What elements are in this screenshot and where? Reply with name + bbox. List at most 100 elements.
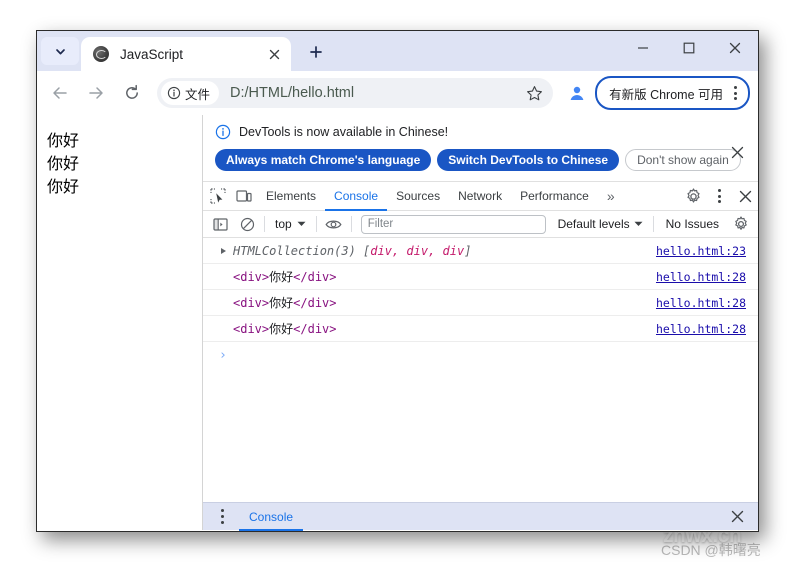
console-source-link[interactable]: hello.html:28	[656, 322, 746, 336]
console-row[interactable]: <div>你好</div> hello.html:28	[203, 316, 758, 342]
chrome-update-label: 有新版 Chrome 可用	[609, 87, 723, 102]
web-page-viewport: 你好 你好 你好	[37, 115, 203, 530]
console-tag-open: <div>	[233, 270, 270, 284]
console-source-link[interactable]: hello.html:23	[656, 244, 746, 258]
drawer-close-icon[interactable]	[724, 505, 750, 529]
console-message: <div>你好</div>	[233, 268, 337, 285]
devtools-settings-gear-icon[interactable]	[680, 184, 706, 208]
clear-console-icon[interactable]	[234, 212, 260, 236]
console-toolbar: top Filter Default levels No Issues	[203, 211, 758, 238]
console-object-prefix: HTMLCollection(3)	[233, 243, 364, 258]
device-toolbar-icon[interactable]	[231, 184, 257, 208]
inspect-element-icon[interactable]	[205, 184, 231, 208]
toolbar-divider	[264, 216, 265, 232]
switch-devtools-to-chinese-button[interactable]: Switch DevTools to Chinese	[437, 149, 620, 171]
banner-message-row: DevTools is now available in Chinese!	[215, 124, 748, 140]
address-bar[interactable]: 文件 D:/HTML/hello.html	[157, 78, 554, 108]
bookmark-star-icon[interactable]	[521, 80, 547, 106]
console-object-items: div, div, div	[370, 243, 465, 258]
globe-favicon-icon	[93, 46, 109, 62]
console-sidebar-toggle-icon[interactable]	[207, 212, 233, 236]
devtools-tab-network[interactable]: Network	[449, 182, 511, 211]
console-context-label: top	[275, 217, 292, 231]
kebab-icon	[711, 186, 727, 206]
devtools-close-icon[interactable]	[732, 184, 758, 208]
address-bar-url[interactable]: D:/HTML/hello.html	[230, 85, 521, 101]
watermark-secondary-text: CSDN @韩曙亮	[661, 542, 761, 558]
chrome-update-button[interactable]: 有新版 Chrome 可用	[595, 76, 750, 110]
drawer-tab-console[interactable]: Console	[239, 503, 303, 531]
devtools-tab-bar: Elements Console Sources Network Perform…	[203, 182, 758, 211]
tab-title: JavaScript	[120, 46, 184, 62]
console-tag-open: <div>	[233, 296, 270, 310]
console-input-prompt[interactable]: ›	[203, 342, 758, 363]
devtools-panel: DevTools is now available in Chinese! Al…	[203, 115, 758, 530]
tab-close-icon[interactable]	[263, 43, 285, 65]
devtools-tabs-overflow-button[interactable]: »	[598, 182, 624, 211]
console-output[interactable]: HTMLCollection(3) [div, div, div] hello.…	[203, 238, 758, 502]
console-source-link[interactable]: hello.html:28	[656, 296, 746, 310]
console-settings-gear-icon[interactable]	[728, 212, 754, 236]
toolbar-divider	[315, 216, 317, 232]
page-text-line: 你好	[47, 131, 80, 150]
reload-icon	[123, 84, 141, 102]
devtools-tab-performance[interactable]: Performance	[511, 182, 598, 211]
console-log-levels-dropdown[interactable]: Default levels	[552, 217, 649, 231]
console-tag-close: </div>	[293, 296, 337, 310]
toolbar-divider	[652, 216, 654, 232]
browser-window: JavaScript 文件 D:/HTML/hello.html 有新版 Chr…	[36, 30, 759, 532]
window-maximize-button[interactable]	[666, 31, 712, 65]
arrow-right-icon	[87, 84, 105, 102]
toolbar-divider	[350, 216, 352, 232]
console-source-link[interactable]: hello.html:28	[656, 270, 746, 284]
devtools-drawer-bar: Console	[203, 502, 758, 530]
new-tab-button[interactable]	[301, 37, 331, 67]
site-info-chip[interactable]: 文件	[161, 81, 220, 105]
info-icon	[215, 124, 231, 140]
devtools-more-options-icon[interactable]	[706, 184, 732, 208]
reload-button[interactable]	[117, 78, 147, 108]
devtools-language-banner: DevTools is now available in Chinese! Al…	[203, 115, 758, 182]
window-minimize-button[interactable]	[620, 31, 666, 65]
banner-actions: Always match Chrome's language Switch De…	[215, 149, 748, 171]
console-tag-text: 你好	[269, 322, 294, 336]
console-message: HTMLCollection(3) [div, div, div]	[233, 244, 471, 258]
console-filter-input[interactable]: Filter	[360, 214, 546, 234]
forward-button[interactable]	[81, 78, 111, 108]
page-text-line: 你好	[47, 177, 80, 196]
devtools-tab-elements[interactable]: Elements	[257, 182, 325, 211]
console-message: <div>你好</div>	[233, 320, 337, 337]
console-row[interactable]: HTMLCollection(3) [div, div, div] hello.…	[203, 238, 758, 264]
console-row[interactable]: <div>你好</div> hello.html:28	[203, 290, 758, 316]
banner-close-icon[interactable]	[726, 141, 748, 163]
info-circle-icon	[167, 86, 181, 100]
console-tag-text: 你好	[269, 296, 294, 310]
always-match-language-button[interactable]: Always match Chrome's language	[215, 149, 432, 171]
tab-search-button[interactable]	[41, 37, 79, 65]
arrow-left-icon	[51, 84, 69, 102]
expand-triangle-icon[interactable]	[221, 247, 226, 254]
chrome-menu-kebab-icon[interactable]	[727, 83, 743, 103]
banner-message: DevTools is now available in Chinese!	[239, 125, 449, 139]
console-issues-counter[interactable]: No Issues	[658, 217, 727, 231]
browser-tab[interactable]: JavaScript	[81, 37, 291, 71]
console-row[interactable]: <div>你好</div> hello.html:28	[203, 264, 758, 290]
screenshot-root: znwx.cn CSDN @韩曙亮 JavaScript 文件 D:/HTML/…	[0, 0, 793, 565]
dont-show-again-button[interactable]: Don't show again	[625, 149, 741, 171]
devtools-tab-console[interactable]: Console	[325, 182, 387, 211]
window-close-button[interactable]	[712, 31, 758, 65]
live-expression-eye-icon[interactable]	[321, 212, 347, 236]
console-tag-close: </div>	[293, 270, 337, 284]
chevron-down-icon	[634, 221, 643, 227]
tab-strip: JavaScript	[37, 31, 758, 71]
console-message: <div>你好</div>	[233, 294, 337, 311]
console-tag-close: </div>	[293, 322, 337, 336]
window-controls	[620, 31, 758, 71]
back-button[interactable]	[45, 78, 75, 108]
profile-avatar-icon[interactable]	[563, 79, 591, 107]
drawer-more-options-icon[interactable]	[209, 505, 235, 529]
plus-icon	[309, 45, 323, 59]
kebab-icon	[214, 507, 230, 527]
devtools-tab-sources[interactable]: Sources	[387, 182, 449, 211]
console-context-selector[interactable]: top	[269, 217, 312, 231]
